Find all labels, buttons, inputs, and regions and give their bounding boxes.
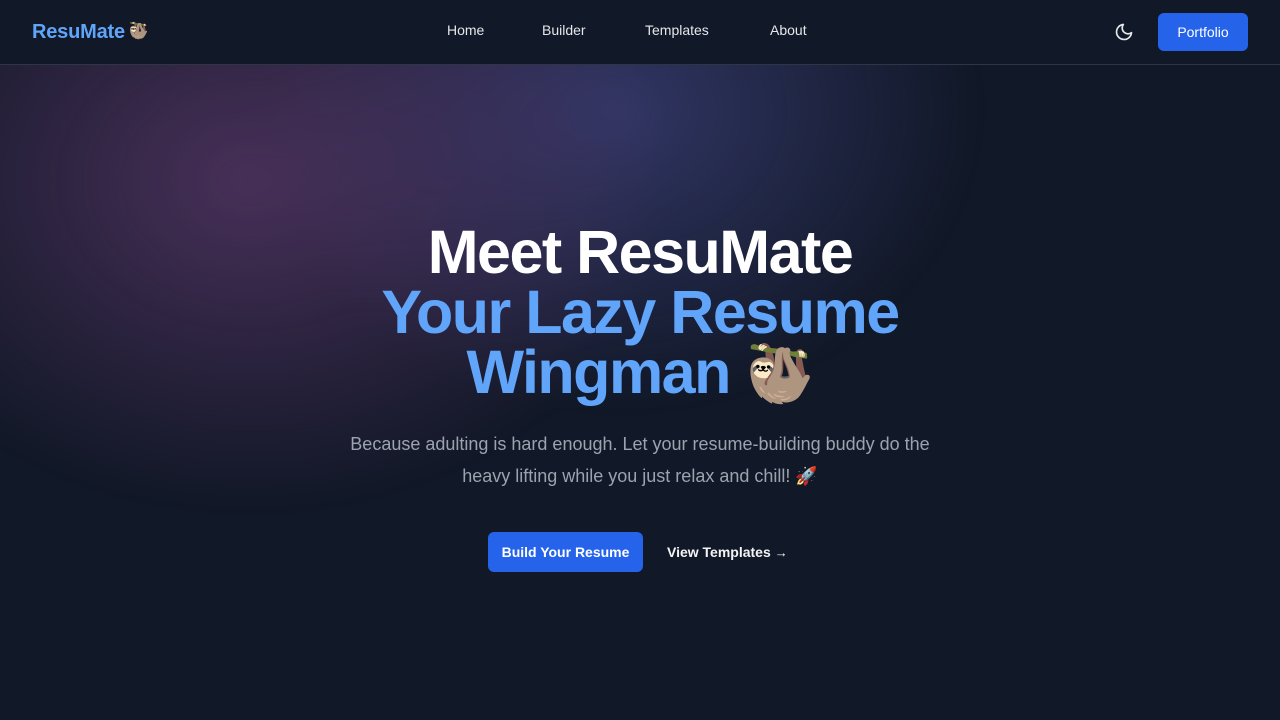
view-templates-label: View Templates	[667, 544, 771, 560]
hero-title-line-1: Meet ResuMate	[427, 218, 854, 286]
nav-link-about[interactable]: About	[770, 22, 807, 38]
nav-link-home[interactable]: Home	[447, 22, 484, 38]
hero-title-line-3: Wingman 🦥	[0, 342, 1280, 404]
hero-title-wingman: Wingman	[466, 338, 731, 406]
hero-subtitle-line-2: heavy lifting while you just relax and c…	[462, 466, 818, 486]
hero-subtitle-line-1: Because adulting is hard enough. Let you…	[350, 434, 930, 454]
hero-title-line-2: Your Lazy Resume	[381, 278, 900, 346]
nav-link-builder[interactable]: Builder	[542, 22, 586, 38]
build-resume-button[interactable]: Build Your Resume	[488, 532, 643, 572]
hero-subtitle: Because adulting is hard enough. Let you…	[320, 428, 960, 492]
nav-link-templates[interactable]: Templates	[645, 22, 709, 38]
hero-title: Meet ResuMate Your Lazy Resume Wingman 🦥	[0, 222, 1280, 404]
arrow-right-icon: →	[774, 544, 788, 560]
nav-links: Home Builder Templates About	[0, 22, 1280, 42]
portfolio-button[interactable]: Portfolio	[1158, 13, 1248, 51]
moon-icon	[1115, 23, 1133, 41]
view-templates-link[interactable]: View Templates →	[667, 542, 788, 562]
theme-toggle-button[interactable]	[1106, 14, 1142, 50]
page: ResuMate 🦥 Home Builder Templates About …	[0, 0, 1280, 720]
navbar: ResuMate 🦥 Home Builder Templates About …	[0, 0, 1280, 65]
sloth-emoji-icon: 🦥	[745, 342, 815, 405]
